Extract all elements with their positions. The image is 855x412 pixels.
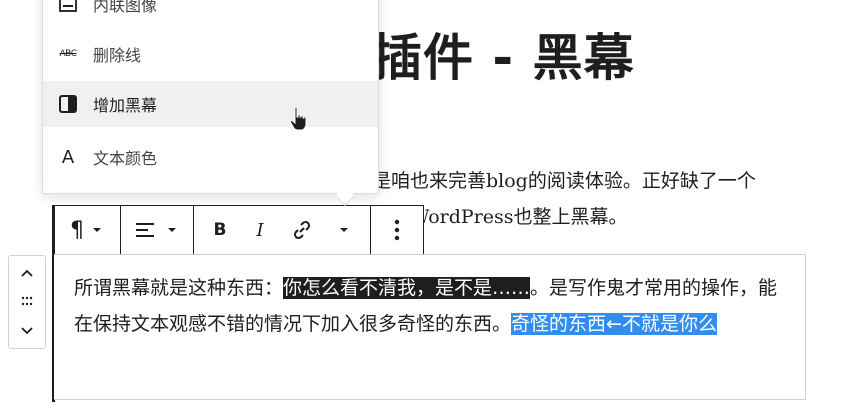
blackout-text: 你怎么看不清我，是不是…… — [283, 277, 531, 299]
paragraph-type-button[interactable]: ¶ — [61, 212, 113, 248]
italic-button[interactable]: I — [240, 212, 280, 248]
link-icon — [293, 220, 311, 240]
align-button[interactable] — [127, 212, 187, 248]
menu-item-text-color[interactable]: A 文本颜色 — [43, 134, 378, 180]
move-up-icon[interactable] — [20, 262, 34, 284]
bold-button[interactable]: B — [200, 212, 240, 248]
text-color-icon: A — [61, 146, 75, 168]
toolbar-group-block-type: ¶ — [55, 206, 121, 254]
block-mover — [8, 255, 46, 349]
more-formats-button[interactable] — [324, 212, 364, 248]
blackout-icon — [57, 93, 79, 115]
toolbar-group-options — [371, 206, 423, 254]
menu-item-label: 删除线 — [93, 46, 142, 65]
toolbar-group-formatting: B I — [194, 206, 371, 254]
selected-text-2: 是你么 — [659, 313, 717, 335]
block-toolbar: ¶ B I — [54, 205, 424, 254]
selected-text-1: 奇怪的东西←不就 — [511, 313, 660, 335]
toolbar-group-alignment — [121, 206, 194, 254]
image-icon — [57, 0, 79, 15]
vertical-ellipsis-icon — [394, 219, 400, 241]
chevron-down-icon — [340, 228, 348, 232]
link-button[interactable] — [280, 212, 324, 248]
post-title: 插件 - 黑幕 — [372, 29, 635, 87]
strikethrough-icon: ABC — [59, 49, 77, 59]
chevron-down-icon — [93, 228, 101, 232]
hand-cursor-icon — [288, 106, 310, 136]
align-left-icon — [135, 223, 154, 237]
more-options-button[interactable] — [377, 212, 417, 248]
post-paragraph-line-1: 是咱也来完善blog的阅读体验。正好缺了一个 — [372, 170, 756, 192]
menu-item-inline-image[interactable]: 内联图像 — [43, 0, 378, 27]
menu-item-label: 内联图像 — [93, 0, 158, 15]
move-down-icon[interactable] — [20, 320, 34, 342]
drag-handle-icon[interactable] — [20, 291, 34, 313]
text-before: 所谓黑幕就是这种东西： — [74, 277, 284, 299]
paragraph-block-text[interactable]: 所谓黑幕就是这种东西：你怎么看不清我，是不是……。是写作鬼才常用的操作，能在保持… — [74, 270, 794, 342]
paragraph-icon: ¶ — [70, 217, 84, 243]
menu-item-add-blackout[interactable]: 增加黑幕 — [43, 81, 378, 127]
format-dropdown-menu: 内联图像 ABC 删除线 增加黑幕 A 文本颜色 — [42, 0, 379, 194]
chevron-down-icon — [167, 228, 176, 232]
menu-item-label: 增加黑幕 — [93, 96, 158, 115]
menu-item-label: 文本颜色 — [93, 149, 158, 168]
menu-item-strikethrough[interactable]: ABC 删除线 — [43, 31, 378, 77]
